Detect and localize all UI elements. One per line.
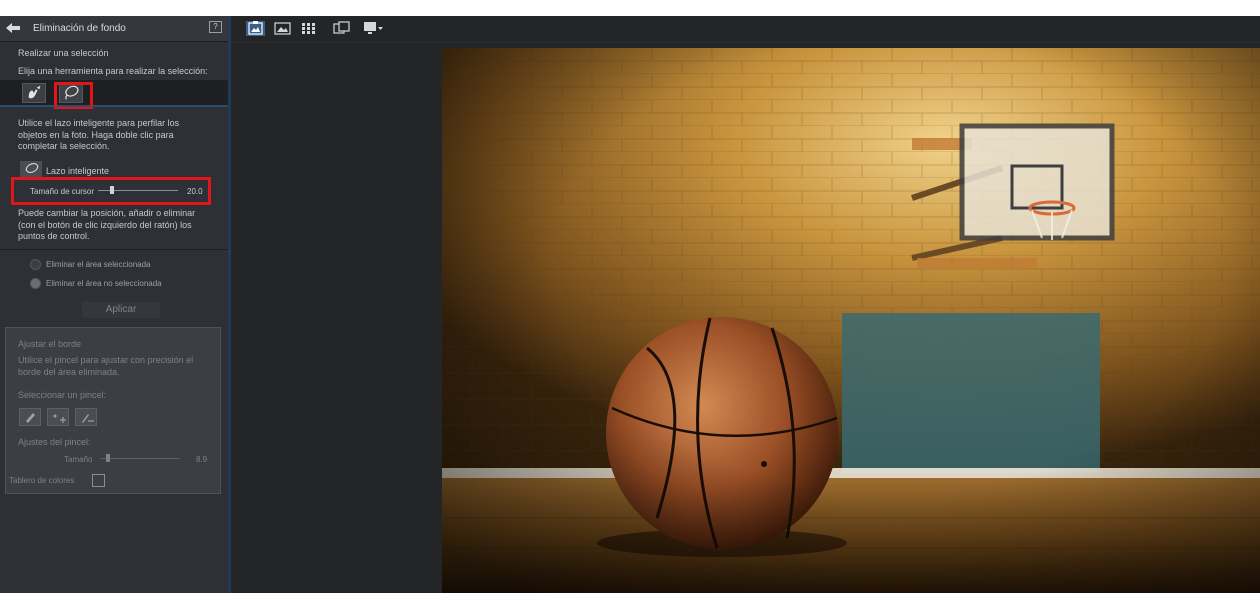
control-points-help-2: (con el botón de clic izquierdo del rató…: [18, 219, 192, 230]
edit-view-icon: [248, 21, 263, 35]
single-view-button[interactable]: [273, 21, 292, 36]
lasso-description-1: Utilice el lazo inteligente para perfila…: [18, 118, 180, 128]
help-icon[interactable]: ?: [209, 21, 222, 33]
eraser-brush-button[interactable]: [19, 408, 41, 426]
tool-instruction: Elija una herramienta para realizar la s…: [18, 66, 208, 76]
lasso-small-icon: [20, 161, 42, 177]
display-menu-button[interactable]: [362, 21, 386, 36]
panel-title: Eliminación de fondo: [33, 23, 126, 34]
add-brush-button[interactable]: [47, 408, 69, 426]
grid-view-icon: [302, 23, 315, 34]
back-arrow-icon[interactable]: [5, 22, 21, 34]
brush-size-label: Tamaño: [64, 455, 93, 464]
hand-brush-icon: [28, 85, 41, 99]
subtract-brush-button[interactable]: [75, 408, 97, 426]
add-brush-icon: [53, 414, 66, 423]
photo-canvas[interactable]: [442, 48, 1260, 593]
edit-view-button[interactable]: [246, 21, 265, 36]
basketball-court-photo: [442, 48, 1260, 593]
eraser-brush-icon: [26, 413, 35, 423]
control-points-help-3: puntos de control.: [18, 231, 90, 241]
brush-size-slider-thumb[interactable]: [106, 454, 110, 462]
checkerboard-checkbox[interactable]: [92, 474, 105, 487]
app-window: Eliminación de fondo ? Realizar una sele…: [0, 16, 1260, 593]
remove-unselected-label: Eliminar el área no seleccionada: [46, 279, 162, 288]
divider: [0, 249, 228, 250]
adjust-edge-desc-2: borde del área eliminada.: [18, 366, 120, 377]
subtract-brush-icon: [82, 414, 94, 423]
brush-size-slider[interactable]: [100, 458, 180, 459]
remove-unselected-radio[interactable]: [30, 278, 41, 289]
view-toolbar: [231, 16, 1260, 43]
control-points-help-1: Puede cambiar la posición, añadir o elim…: [18, 208, 196, 218]
brush-size-value: 8.9: [196, 455, 208, 464]
apply-button[interactable]: Aplicar: [82, 302, 160, 318]
divider: [0, 106, 228, 107]
panel-header: Eliminación de fondo ?: [0, 16, 228, 42]
brush-settings-label: Ajustes del pincel:: [18, 437, 91, 447]
lasso-highlight-frame: [54, 82, 93, 109]
compare-view-icon: [333, 21, 350, 34]
single-view-icon: [274, 22, 291, 35]
brush-selection-tool-button[interactable]: [22, 83, 46, 103]
compare-view-button[interactable]: [332, 21, 351, 36]
lasso-description-3: completar la selección.: [18, 141, 110, 151]
display-menu-icon: [364, 22, 383, 34]
checkerboard-label: Tablero de colores: [9, 476, 75, 485]
lasso-label: Lazo inteligente: [46, 166, 110, 176]
adjust-edge-title: Ajustar el borde: [18, 339, 82, 349]
grid-view-button[interactable]: [299, 21, 318, 36]
lasso-description-2: objetos en la foto. Haga doble clic para: [18, 129, 174, 140]
select-brush-label: Seleccionar un pincel:: [18, 390, 107, 400]
remove-selected-radio[interactable]: [30, 259, 41, 270]
background-removal-panel: Eliminación de fondo ? Realizar una sele…: [0, 16, 231, 593]
remove-selected-label: Eliminar el área seleccionada: [46, 260, 151, 269]
adjust-edge-desc-1: Utilice el pincel para ajustar con preci…: [18, 355, 194, 365]
cursor-size-highlight-frame: [11, 177, 211, 205]
section-label: Realizar una selección: [18, 48, 109, 58]
